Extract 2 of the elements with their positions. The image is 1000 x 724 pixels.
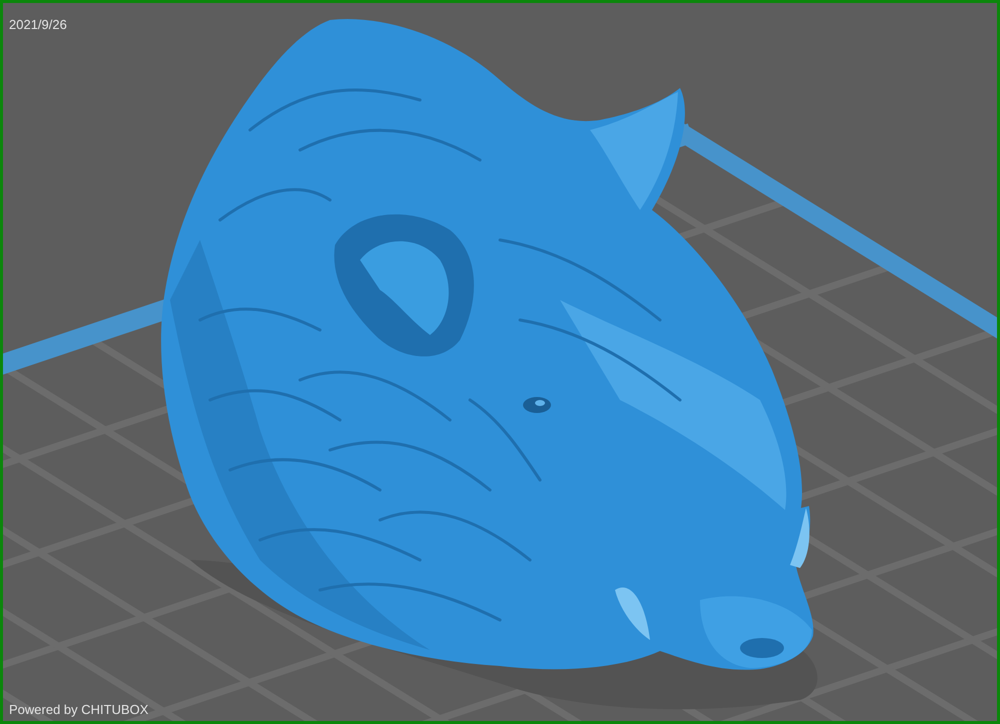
credit-label: Powered by CHITUBOX [9, 702, 148, 718]
date-label: 2021/9/26 [9, 17, 67, 33]
